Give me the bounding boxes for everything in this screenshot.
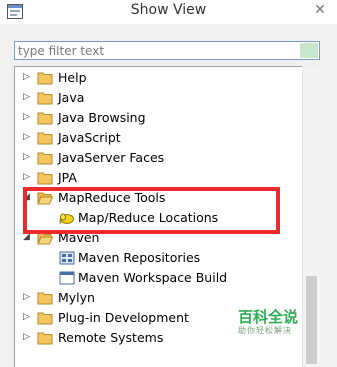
tree-child-item[interactable]: Maven Workspace Build (15, 268, 305, 288)
tree-item-label: JavaServer Faces (58, 150, 165, 165)
collapse-arrow-icon[interactable]: ◢ (23, 232, 30, 242)
tree-item-label: MapReduce Tools (58, 190, 166, 205)
tree-item[interactable]: ▷ Remote Systems (15, 328, 305, 348)
folder-icon (37, 291, 53, 305)
tree-item-label: Java (58, 90, 85, 105)
tree-item[interactable]: ▷ Plug-in Development (15, 308, 305, 328)
window-title: Show View (130, 2, 207, 18)
folder-open-icon (37, 231, 54, 245)
folder-open-icon (37, 191, 54, 205)
expand-arrow-icon[interactable]: ▷ (23, 152, 30, 162)
expand-arrow-icon[interactable]: ▷ (23, 132, 30, 142)
tree-item-label: Maven Workspace Build (78, 270, 228, 285)
tree-item[interactable]: ▷ Help (15, 68, 305, 88)
tree-item-label: JavaScript (58, 130, 121, 145)
tree-item-label: JPA (58, 170, 77, 185)
expand-arrow-icon[interactable]: ▷ (23, 332, 30, 342)
folder-icon (37, 131, 53, 145)
title-bar: Show View ✕ (0, 0, 337, 24)
close-button[interactable]: ✕ (303, 0, 337, 22)
elephant-icon (59, 211, 75, 225)
vertical-scrollbar[interactable] (302, 66, 320, 367)
filter-input[interactable] (14, 41, 320, 60)
expand-arrow-icon[interactable]: ▷ (23, 172, 30, 182)
tree-item[interactable]: ▷ JavaScript (15, 128, 305, 148)
tree-item-label: Mylyn (58, 290, 95, 305)
tree-item-label: Plug-in Development (58, 310, 189, 325)
tree-child-item[interactable]: Maven Repositories (15, 248, 305, 268)
tree-item[interactable]: ▷ JavaServer Faces (15, 148, 305, 168)
folder-icon (37, 331, 53, 345)
folder-icon (37, 171, 53, 185)
folder-icon (37, 151, 53, 165)
window-icon (59, 271, 75, 285)
tree-item[interactable]: ▷ Java Browsing (15, 108, 305, 128)
tree-item-label: Help (58, 70, 87, 85)
collapse-arrow-icon[interactable]: ◢ (23, 192, 30, 202)
tree-item-label: Map/Reduce Locations (78, 210, 219, 225)
expand-arrow-icon[interactable]: ▷ (23, 312, 30, 322)
tree-child-item[interactable]: Map/Reduce Locations (15, 208, 305, 228)
tree-item-label: Maven (58, 230, 100, 245)
scrollbar-thumb[interactable] (306, 276, 317, 364)
tree-item[interactable]: ▷ Mylyn (15, 288, 305, 308)
tree-item-label: Java Browsing (58, 110, 146, 125)
repository-icon (59, 251, 75, 265)
folder-icon (37, 111, 53, 125)
tree-item-label: Maven Repositories (78, 250, 201, 265)
tree-item[interactable]: ▷ Java (15, 88, 305, 108)
expand-arrow-icon[interactable]: ▷ (23, 112, 30, 122)
view-tree: ▷ Help ▷ Java ▷ Java Browsing ▷ JavaScript ▷ Java… (14, 66, 320, 367)
folder-icon (37, 311, 53, 325)
folder-icon (37, 71, 53, 85)
folder-icon (37, 91, 53, 105)
clear-filter-icon[interactable] (300, 43, 318, 58)
tree-item[interactable]: ◢ MapReduce Tools (15, 188, 305, 208)
expand-arrow-icon[interactable]: ▷ (23, 292, 30, 302)
tree-item[interactable]: ▷ JPA (15, 168, 305, 188)
tree-item-label: Remote Systems (58, 330, 164, 345)
expand-arrow-icon[interactable]: ▷ (23, 92, 30, 102)
expand-arrow-icon[interactable]: ▷ (23, 72, 30, 82)
tree-item[interactable]: ◢ Maven (15, 228, 305, 248)
